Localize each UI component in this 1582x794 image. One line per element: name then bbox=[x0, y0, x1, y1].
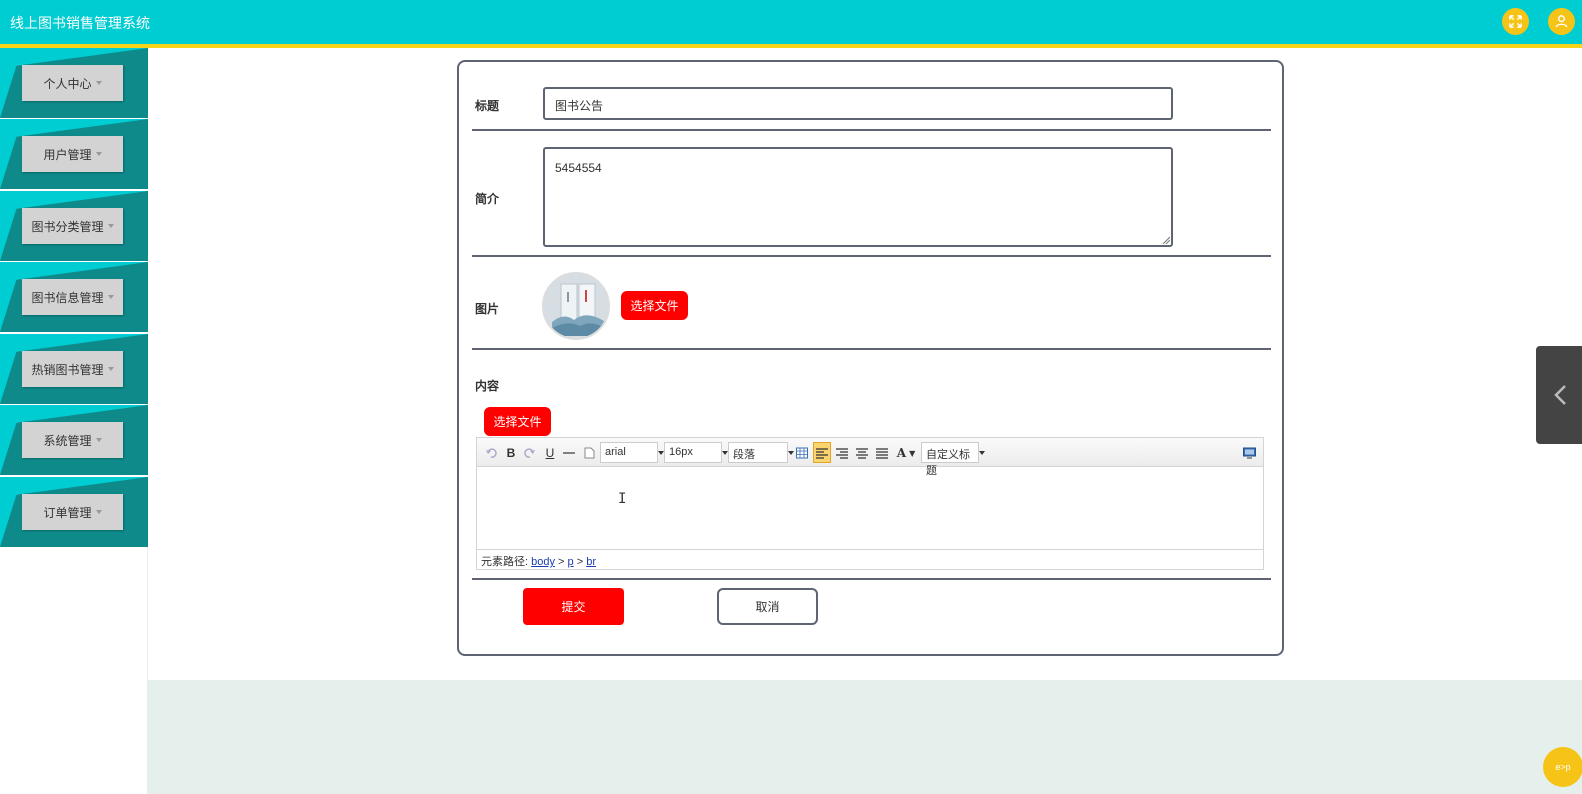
user-button[interactable] bbox=[1548, 8, 1575, 35]
divider bbox=[472, 578, 1271, 580]
caret-down-icon bbox=[95, 510, 102, 514]
align-center-icon[interactable] bbox=[855, 444, 869, 461]
align-justify-icon[interactable] bbox=[875, 444, 889, 461]
dropdown-arrow-icon: ▼ bbox=[909, 447, 916, 458]
sidebar-item-label: 热销图书管理 bbox=[31, 362, 104, 377]
footer-area bbox=[148, 680, 1582, 794]
sidebar-item-label: 图书信息管理 bbox=[31, 290, 104, 305]
path-link-p[interactable]: p bbox=[568, 556, 574, 568]
fullscreen-button[interactable] bbox=[1502, 8, 1529, 35]
caret-down-icon bbox=[107, 295, 114, 299]
sidebar-item-button[interactable]: 系统管理 bbox=[22, 422, 123, 458]
content-label: 内容 bbox=[475, 379, 500, 393]
font-color-button[interactable]: A ▼ bbox=[895, 444, 917, 461]
sidebar-item-label: 系统管理 bbox=[43, 433, 92, 448]
chevron-left-icon bbox=[1554, 385, 1566, 405]
title-input[interactable]: 图书公告 bbox=[543, 87, 1173, 120]
font-color-label: A bbox=[896, 445, 907, 460]
sidebar-item-hot-books[interactable]: 热销图书管理 bbox=[0, 334, 148, 404]
caret-down-icon bbox=[107, 367, 114, 371]
header-accent-line bbox=[0, 44, 1582, 48]
font-size-value: 16px bbox=[669, 446, 693, 458]
fullscreen-icon bbox=[1509, 15, 1522, 28]
sidebar-item-button[interactable]: 个人中心 bbox=[22, 65, 123, 101]
caret-down-icon bbox=[95, 152, 102, 156]
horizontal-rule-icon[interactable] bbox=[562, 444, 576, 461]
sidebar: 个人中心 用户管理 图书分类管理 图书信息管理 热销图书管理 系统管理 订单管理 bbox=[0, 48, 148, 794]
path-link-body[interactable]: body bbox=[531, 556, 555, 568]
dropdown-arrow-icon bbox=[788, 451, 794, 455]
sidebar-item-button[interactable]: 热销图书管理 bbox=[22, 351, 123, 387]
paragraph-select[interactable]: 段落 bbox=[728, 442, 794, 463]
redo-icon[interactable] bbox=[523, 444, 537, 461]
caret-down-icon bbox=[107, 224, 114, 228]
submit-button[interactable]: 提交 bbox=[523, 588, 624, 625]
text-cursor-icon: I bbox=[618, 491, 627, 507]
table-icon[interactable] bbox=[795, 444, 809, 461]
element-path: 元素路径: body > p > br bbox=[477, 549, 1263, 569]
sidebar-item-label: 个人中心 bbox=[43, 76, 92, 91]
font-family-select[interactable]: arial bbox=[600, 442, 664, 463]
undo-icon[interactable] bbox=[484, 444, 498, 461]
divider bbox=[472, 255, 1271, 257]
user-icon bbox=[1555, 15, 1568, 28]
sidebar-item-label: 图书分类管理 bbox=[31, 219, 104, 234]
sidebar-item-button[interactable]: 图书信息管理 bbox=[22, 279, 123, 315]
align-right-icon[interactable] bbox=[835, 444, 849, 461]
side-panel-toggle[interactable] bbox=[1536, 346, 1582, 444]
divider bbox=[472, 129, 1271, 131]
edit-form: 标题 图书公告 简介 5454554 图片 选择文件 内容 选择文件 B U a… bbox=[457, 60, 1284, 656]
sidebar-item-user-management[interactable]: 用户管理 bbox=[0, 119, 148, 189]
rich-text-editor: B U arial 16px 段落 A ▼ 自定义标题 元素路径: body >… bbox=[476, 437, 1264, 570]
title-label: 标题 bbox=[475, 99, 500, 113]
image-label: 图片 bbox=[475, 302, 500, 316]
font-size-select[interactable]: 16px bbox=[664, 442, 728, 463]
align-left-icon[interactable] bbox=[813, 442, 831, 463]
underline-button[interactable]: U bbox=[543, 444, 557, 461]
sidebar-item-book-category[interactable]: 图书分类管理 bbox=[0, 191, 148, 261]
intro-textarea[interactable]: 5454554 bbox=[543, 147, 1173, 247]
sidebar-item-orders[interactable]: 订单管理 bbox=[0, 477, 148, 547]
book-cover-image bbox=[544, 274, 608, 338]
sidebar-item-system[interactable]: 系统管理 bbox=[0, 405, 148, 475]
preview-icon[interactable] bbox=[1242, 444, 1256, 461]
bold-button[interactable]: B bbox=[504, 444, 518, 461]
top-header: 线上图书销售管理系统 bbox=[0, 0, 1582, 44]
custom-heading-select[interactable]: 自定义标题 bbox=[921, 442, 985, 477]
editor-content-area[interactable] bbox=[477, 467, 1263, 549]
caret-down-icon bbox=[95, 81, 102, 85]
sidebar-item-personal-center[interactable]: 个人中心 bbox=[0, 48, 148, 118]
divider bbox=[472, 348, 1271, 350]
paragraph-value: 段落 bbox=[733, 449, 755, 461]
sidebar-item-button[interactable]: 图书分类管理 bbox=[22, 208, 123, 244]
sidebar-item-label: 用户管理 bbox=[43, 147, 92, 162]
book-cover-thumbnail bbox=[542, 272, 610, 340]
image-choose-file-button[interactable]: 选择文件 bbox=[621, 291, 688, 320]
sidebar-item-button[interactable]: 用户管理 bbox=[22, 136, 123, 172]
document-icon[interactable] bbox=[582, 444, 596, 461]
content-choose-file-button[interactable]: 选择文件 bbox=[484, 407, 551, 436]
caret-down-icon bbox=[95, 438, 102, 442]
floating-widget[interactable]: e>p bbox=[1543, 747, 1582, 787]
sidebar-item-button[interactable]: 订单管理 bbox=[22, 494, 123, 530]
dropdown-arrow-icon bbox=[979, 451, 985, 455]
path-link-br[interactable]: br bbox=[586, 556, 596, 568]
resize-grip-icon[interactable] bbox=[1162, 236, 1170, 244]
intro-text: 5454554 bbox=[555, 161, 602, 175]
app-title: 线上图书销售管理系统 bbox=[10, 15, 150, 31]
sidebar-item-label: 订单管理 bbox=[43, 505, 92, 520]
floating-widget-label: e>p bbox=[1555, 762, 1571, 772]
cancel-button[interactable]: 取消 bbox=[717, 588, 818, 625]
intro-label: 简介 bbox=[475, 192, 500, 206]
element-path-label: 元素路径: bbox=[481, 556, 529, 568]
font-family-value: arial bbox=[605, 446, 626, 458]
sidebar-item-book-info[interactable]: 图书信息管理 bbox=[0, 262, 148, 332]
editor-toolbar: B U arial 16px 段落 A ▼ 自定义标题 bbox=[477, 438, 1263, 477]
